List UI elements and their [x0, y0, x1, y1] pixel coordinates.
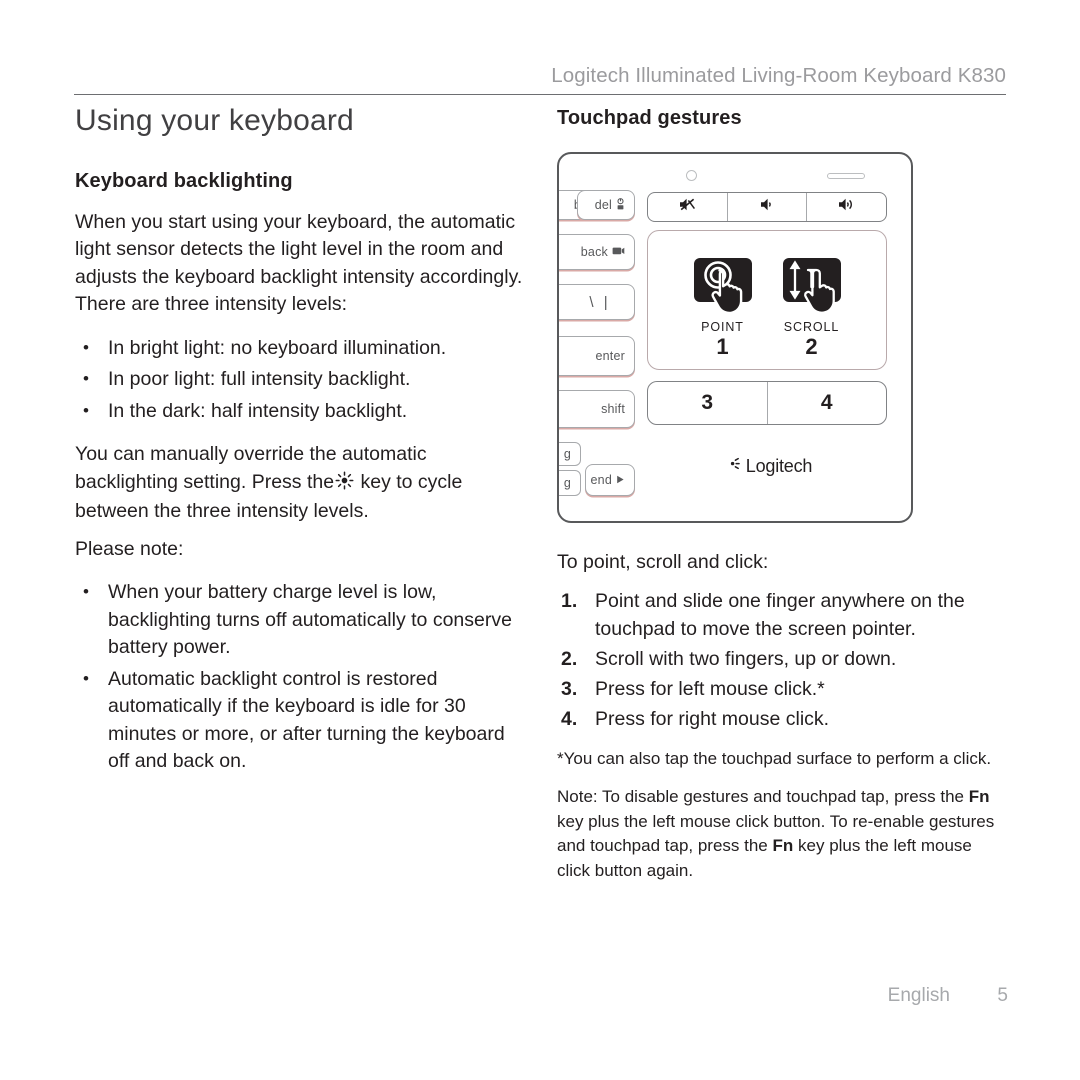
- intensity-bullet-list: In bright light: no keyboard illuminatio…: [75, 334, 530, 426]
- gesture-number: 2: [805, 334, 818, 359]
- logitech-brand: Logitech: [647, 454, 887, 478]
- gesture-label: POINT: [701, 320, 744, 334]
- gesture-scroll: SCROLL 2: [775, 256, 848, 359]
- mute-key: [648, 193, 728, 221]
- page-header: Logitech Illuminated Living-Room Keyboar…: [74, 64, 1006, 96]
- scroll-hand-icon: [781, 256, 843, 318]
- volume-down-key: [728, 193, 808, 221]
- list-item: 2. Scroll with two fingers, up or down.: [557, 645, 1009, 673]
- section-title-keyboard-backlighting: Keyboard backlighting: [75, 169, 293, 192]
- left-click-button: 3: [648, 382, 768, 424]
- key-enter: enter: [559, 336, 635, 376]
- gesture-point: POINT 1: [686, 256, 759, 359]
- list-item: Automatic backlight control is restored …: [75, 665, 530, 776]
- volume-up-icon: [838, 197, 856, 217]
- list-number: 3.: [561, 677, 578, 700]
- logitech-logo-icon: [722, 454, 741, 478]
- page-title: Using your keyboard: [75, 104, 354, 137]
- camera-icon: [612, 245, 625, 259]
- list-item: When your battery charge level is low, b…: [75, 578, 530, 662]
- gesture-number: 1: [716, 334, 729, 359]
- list-item: 4. Press for right mouse click.: [557, 705, 1009, 733]
- override-paragraph: You can manually override the automatic …: [75, 441, 530, 526]
- footer-page-number: 5: [997, 985, 1008, 1006]
- document-page: Logitech Illuminated Living-Room Keyboar…: [0, 0, 1080, 1080]
- volume-up-key: [807, 193, 886, 221]
- play-arrow-icon: [616, 473, 625, 487]
- instructions-intro: To point, scroll and click:: [557, 551, 769, 573]
- footer-language: English: [887, 985, 950, 1006]
- media-key-row: [647, 192, 887, 222]
- gesture-icons-group: POINT 1 SCROLL 2: [648, 256, 886, 359]
- brightness-sun-icon: [335, 471, 354, 499]
- point-hand-icon: [692, 256, 754, 318]
- list-item: In bright light: no keyboard illuminatio…: [75, 334, 530, 363]
- list-text: Press for right mouse click.: [595, 707, 830, 730]
- list-item: In poor light: full intensity backlight.: [75, 365, 530, 394]
- list-item: 1. Point and slide one finger anywhere on…: [557, 587, 1009, 643]
- key-back: back: [559, 234, 635, 270]
- light-sensor-bar-icon: [827, 173, 865, 179]
- intro-paragraph: When you start using your keyboard, the …: [75, 210, 523, 316]
- right-column: Touchpad gestures b del back: [557, 104, 1009, 897]
- footnote-text: *You can also tap the touchpad surface t…: [557, 748, 992, 768]
- section-title-touchpad-gestures: Touchpad gestures: [557, 107, 742, 129]
- page-footer: English 5: [74, 985, 1008, 1007]
- fn-key-label: Fn: [968, 787, 990, 806]
- gesture-label: SCROLL: [783, 320, 840, 334]
- right-click-button: 4: [820, 391, 833, 414]
- list-number: 1.: [561, 589, 578, 612]
- led-indicator-icon: [686, 170, 697, 181]
- mouse-click-button-row: 3 4: [647, 381, 887, 425]
- key-backslash-pipe: \ |: [559, 284, 635, 320]
- disable-gestures-note: Note: To disable gestures and touchpad t…: [557, 785, 1009, 883]
- list-text: Press for left mouse click.*: [595, 677, 825, 700]
- key-g-lower: g: [559, 470, 581, 496]
- key-end: end: [585, 464, 635, 496]
- list-text: Point and slide one finger anywhere on t…: [595, 589, 965, 640]
- touchpad-surface: POINT 1 SCROLL 2: [647, 230, 887, 370]
- mute-icon: [679, 197, 696, 217]
- keyboard-touchpad-diagram: b del back \ |: [557, 152, 915, 525]
- list-item: In the dark: half intensity backlight.: [75, 397, 530, 426]
- keyboard-body-outline: b del back \ |: [557, 152, 913, 523]
- list-text: Scroll with two fingers, up or down.: [595, 647, 897, 670]
- key-del: del: [577, 190, 635, 220]
- header-title: Logitech Illuminated Living-Room Keyboar…: [551, 64, 1006, 87]
- fn-key-label: Fn: [772, 836, 794, 855]
- note-part-1: Note: To disable gestures and touchpad t…: [557, 787, 965, 806]
- please-note-label: Please note:: [75, 537, 184, 560]
- logitech-wordmark: Logitech: [745, 455, 813, 476]
- list-number: 2.: [561, 647, 578, 670]
- note-bullet-list: When your battery charge level is low, b…: [75, 578, 530, 776]
- key-shift: shift: [559, 390, 635, 428]
- volume-down-icon: [760, 197, 775, 217]
- touchpad-instruction-list: 1. Point and slide one finger anywhere on…: [557, 587, 1009, 733]
- list-item: 3. Press for left mouse click.*: [557, 675, 1009, 703]
- key-g-upper: g: [559, 442, 581, 466]
- power-lock-icon: [616, 197, 625, 213]
- list-number: 4.: [561, 707, 578, 730]
- left-column: Using your keyboard Keyboard backlightin…: [75, 104, 530, 792]
- header-divider: [74, 93, 1006, 96]
